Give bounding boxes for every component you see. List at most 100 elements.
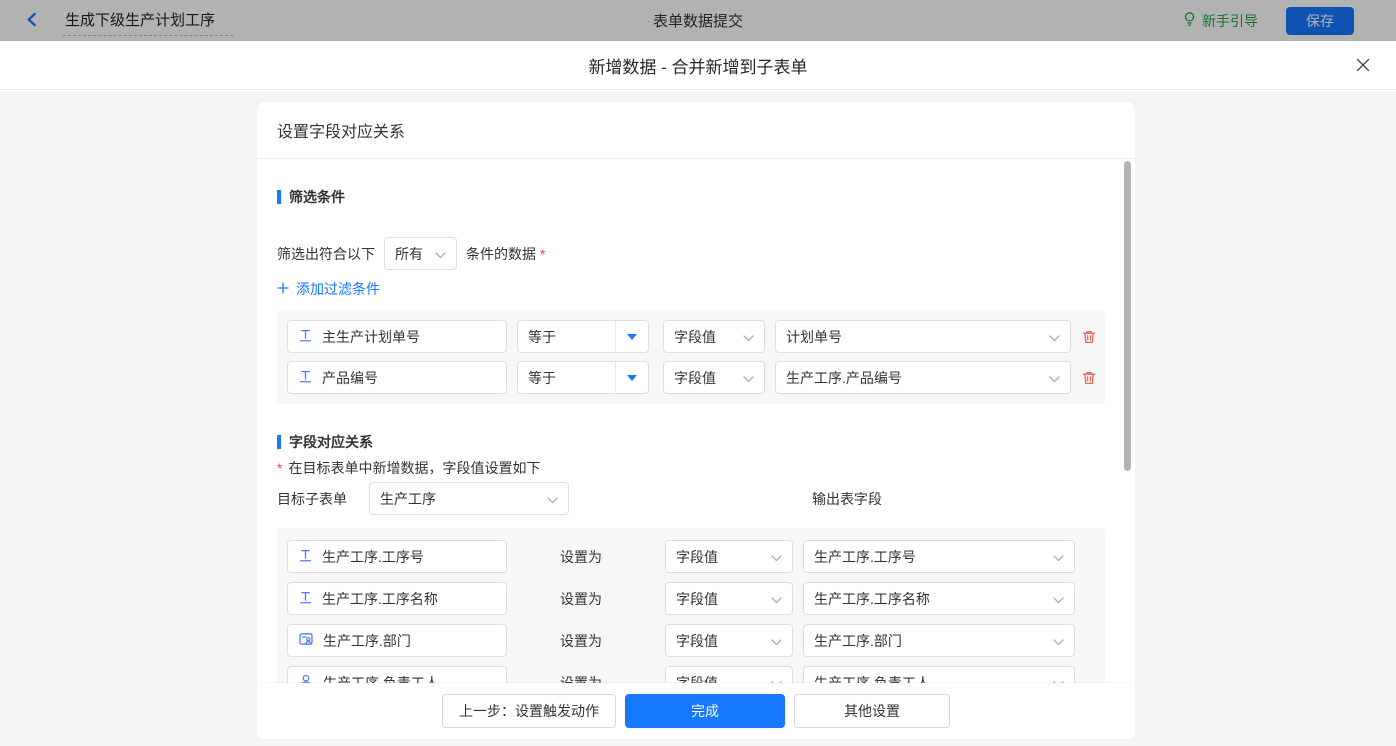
trash-icon <box>1081 370 1097 386</box>
filter-value-select[interactable]: 计划单号 <box>775 320 1071 353</box>
value-type-value: 字段值 <box>676 547 718 567</box>
filter-field-input[interactable]: 产品编号 <box>287 361 507 394</box>
other-settings-button[interactable]: 其他设置 <box>794 694 950 728</box>
output-field-select[interactable]: 生产工序.部门 <box>803 624 1075 657</box>
required-mark: * <box>277 460 282 476</box>
operator-caret-button[interactable] <box>615 321 648 352</box>
caret-down-icon <box>627 375 637 381</box>
output-field-value: 生产工序.工序名称 <box>814 589 930 609</box>
plus-icon <box>277 281 289 297</box>
value-type-select[interactable]: 字段值 <box>663 361 765 394</box>
modal-dim-mask <box>0 0 1396 41</box>
done-button[interactable]: 完成 <box>625 694 785 728</box>
modal-title: 新增数据 - 合并新增到子表单 <box>588 53 807 78</box>
text-field-icon <box>298 548 313 566</box>
operator-value: 等于 <box>518 362 615 393</box>
mapping-field-input[interactable]: 生产工序.工序号 <box>287 540 507 573</box>
mapping-section-title: 字段对应关系 <box>289 432 373 452</box>
section-accent-bar <box>277 190 281 204</box>
department-field-icon <box>298 631 314 650</box>
target-subform-select[interactable]: 生产工序 <box>369 482 569 515</box>
mapping-card: 设置字段对应关系 筛选条件 筛选出符合以下 所有 <box>257 102 1135 739</box>
chevron-down-icon <box>771 633 782 649</box>
delete-condition-button[interactable] <box>1081 370 1097 386</box>
add-filter-condition-link[interactable]: 添加过滤条件 <box>277 279 380 299</box>
mapping-section-header: 字段对应关系 <box>277 432 1105 452</box>
value-type-value: 字段值 <box>674 327 716 347</box>
operator-value: 等于 <box>518 321 615 352</box>
close-icon <box>1355 57 1371 76</box>
operator-caret-button[interactable] <box>615 362 648 393</box>
filter-row: 产品编号 等于 字段值 生产工序.产品编号 <box>287 361 1095 394</box>
modal-header: 新增数据 - 合并新增到子表单 <box>0 41 1396 90</box>
chevron-down-icon <box>771 591 782 607</box>
target-subform-label: 目标子表单 <box>277 489 347 509</box>
mapping-field-name: 生产工序.工序号 <box>322 547 424 567</box>
chevron-down-icon <box>743 370 754 386</box>
chevron-down-icon <box>743 329 754 345</box>
sentence-suffix: 条件的数据 <box>466 244 536 264</box>
chevron-down-icon <box>1053 633 1064 649</box>
chevron-down-icon <box>1049 329 1060 345</box>
chevron-down-icon <box>771 549 782 565</box>
sentence-prefix: 筛选出符合以下 <box>277 244 375 264</box>
value-type-value: 字段值 <box>674 368 716 388</box>
chevron-down-icon <box>1053 549 1064 565</box>
card-content: 筛选条件 筛选出符合以下 所有 条件的数据 * <box>257 159 1135 739</box>
modal-footer: 上一步：设置触发动作 完成 其他设置 <box>257 683 1135 739</box>
set-as-label: 设置为 <box>560 547 602 567</box>
mapping-field-name: 生产工序.工序名称 <box>322 589 438 609</box>
value-type-select[interactable]: 字段值 <box>663 320 765 353</box>
output-field-select[interactable]: 生产工序.工序名称 <box>803 582 1075 615</box>
prev-step-button[interactable]: 上一步：设置触发动作 <box>442 694 616 728</box>
value-type-select[interactable]: 字段值 <box>665 582 793 615</box>
filter-value: 生产工序.产品编号 <box>786 368 902 388</box>
chevron-down-icon <box>435 246 446 262</box>
filter-value-select[interactable]: 生产工序.产品编号 <box>775 361 1071 394</box>
caret-down-icon <box>627 334 637 340</box>
set-as-label: 设置为 <box>560 589 602 609</box>
filter-rows-container: 主生产计划单号 等于 字段值 计划单号 <box>277 310 1105 404</box>
add-data-modal: 新增数据 - 合并新增到子表单 设置字段对应关系 筛选条件 <box>0 41 1396 746</box>
section-accent-bar <box>277 435 281 449</box>
mapping-row: 生产工序.部门 设置为 字段值 生产工序.部门 <box>287 624 1095 657</box>
filter-section-header: 筛选条件 <box>277 187 1105 207</box>
filter-row: 主生产计划单号 等于 字段值 计划单号 <box>287 320 1095 353</box>
mapping-field-input[interactable]: 生产工序.部门 <box>287 624 507 657</box>
chevron-down-icon <box>1049 370 1060 386</box>
value-type-select[interactable]: 字段值 <box>665 624 793 657</box>
operator-select[interactable]: 等于 <box>517 320 649 353</box>
output-field-value: 生产工序.部门 <box>814 631 902 651</box>
trash-icon <box>1081 329 1097 345</box>
close-button[interactable] <box>1354 57 1372 75</box>
text-field-icon <box>298 369 313 387</box>
filter-field-input[interactable]: 主生产计划单号 <box>287 320 507 353</box>
mapping-row: 生产工序.工序号 设置为 字段值 生产工序.工序号 <box>287 540 1095 573</box>
scrollbar-thumb[interactable] <box>1124 161 1131 471</box>
delete-condition-button[interactable] <box>1081 329 1097 345</box>
mapping-field-input[interactable]: 生产工序.工序名称 <box>287 582 507 615</box>
set-as-label: 设置为 <box>560 631 602 651</box>
app-root: 生成下级生产计划工序 表单数据提交 新手引导 保存 新增数据 - 合并新增到子表… <box>0 0 1396 746</box>
mapping-field-name: 生产工序.部门 <box>323 631 411 651</box>
target-subform-value: 生产工序 <box>380 489 436 509</box>
match-mode-select[interactable]: 所有 <box>384 237 457 270</box>
topbar: 生成下级生产计划工序 表单数据提交 新手引导 保存 <box>0 0 1396 41</box>
target-subform-row: 目标子表单 生产工序 输出表字段 <box>277 482 1105 515</box>
output-field-select[interactable]: 生产工序.工序号 <box>803 540 1075 573</box>
add-filter-condition-label: 添加过滤条件 <box>296 279 380 299</box>
value-type-value: 字段值 <box>676 631 718 651</box>
match-mode-value: 所有 <box>395 244 423 264</box>
output-field-column-label: 输出表字段 <box>812 489 882 509</box>
text-field-icon <box>298 328 313 346</box>
card-title: 设置字段对应关系 <box>257 102 1135 159</box>
value-type-select[interactable]: 字段值 <box>665 540 793 573</box>
filter-field-name: 产品编号 <box>322 368 378 388</box>
operator-select[interactable]: 等于 <box>517 361 649 394</box>
filter-field-name: 主生产计划单号 <box>322 327 420 347</box>
mapping-note: * 在目标表单中新增数据，字段值设置如下 <box>277 458 1105 478</box>
mapping-row: 生产工序.工序名称 设置为 字段值 生产工序.工序名称 <box>287 582 1095 615</box>
chevron-down-icon <box>547 491 558 507</box>
required-mark: * <box>540 246 545 262</box>
filter-sentence: 筛选出符合以下 所有 条件的数据 * <box>277 237 1105 270</box>
